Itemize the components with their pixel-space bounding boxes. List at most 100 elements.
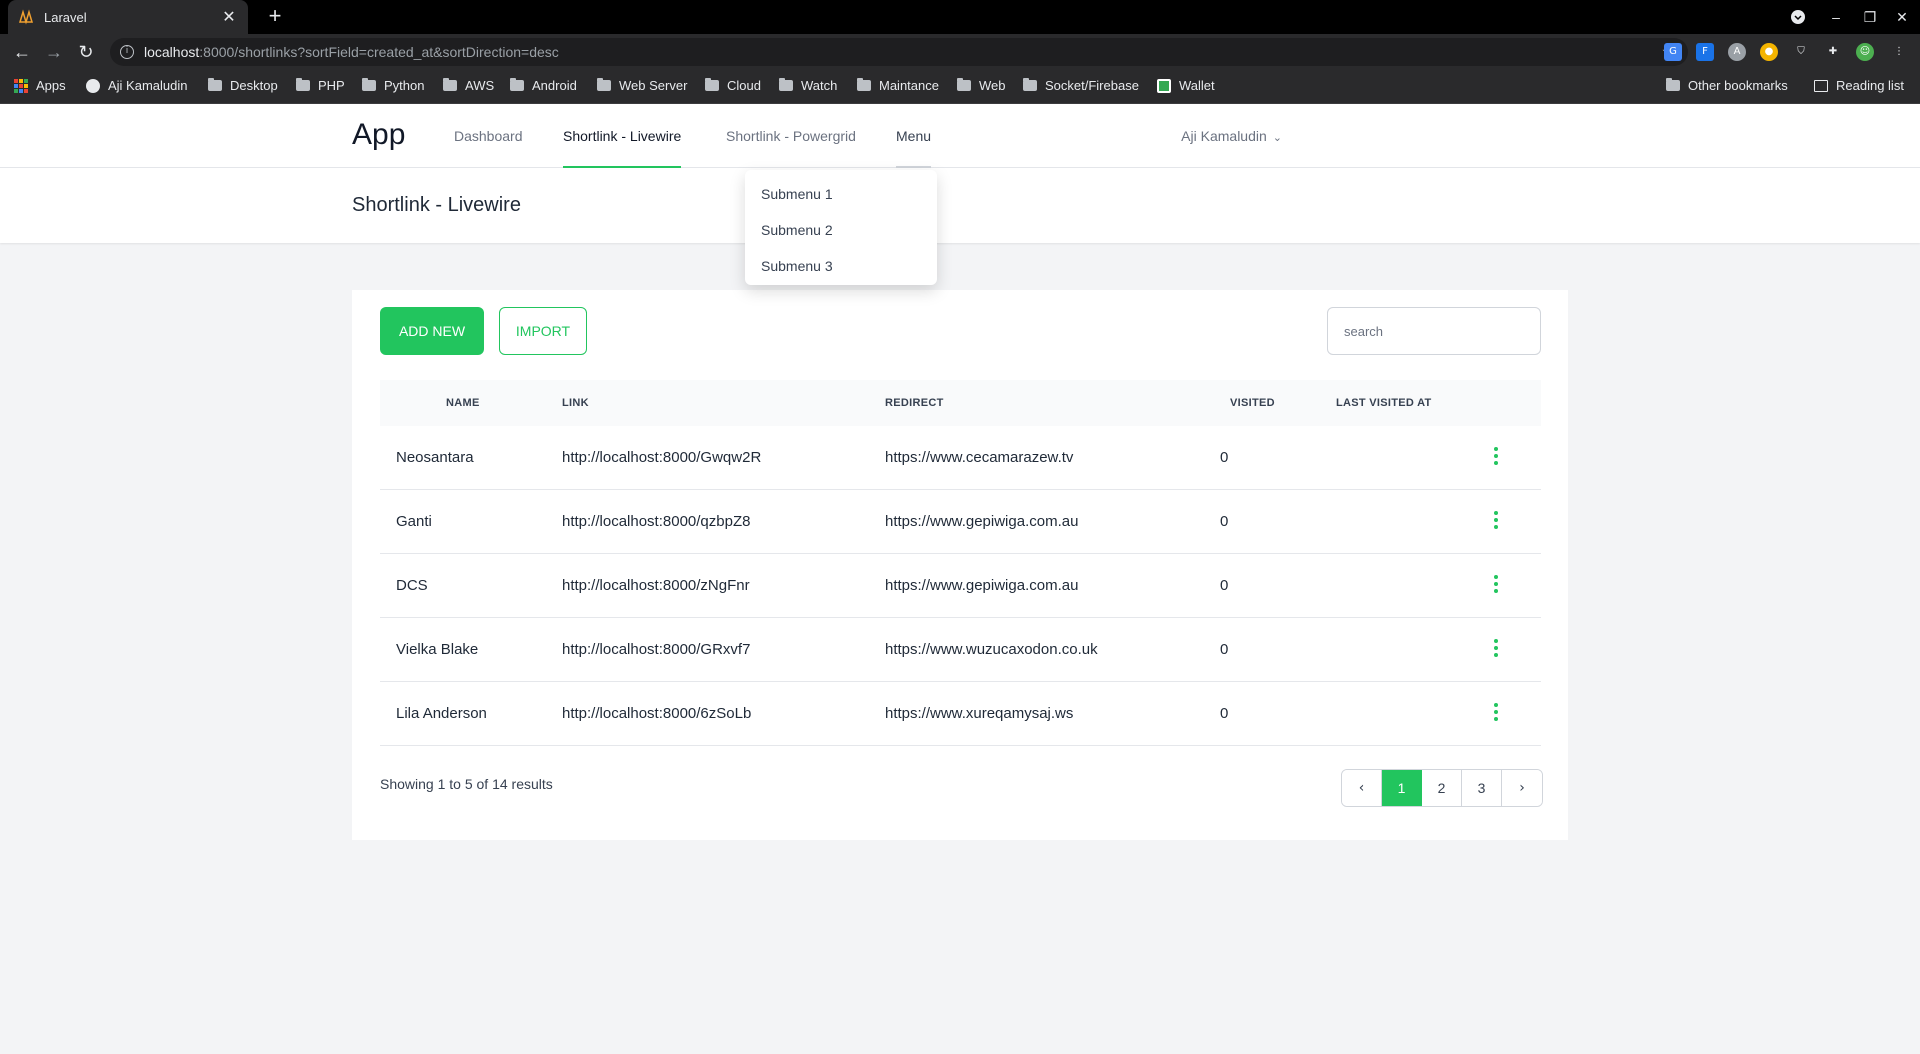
apps-grid-icon <box>14 78 28 93</box>
bookmark-folder-socket-firebase[interactable]: Socket/Firebase <box>1023 78 1139 93</box>
add-new-button[interactable]: ADD NEW <box>380 307 484 355</box>
nav-link-shortlink-livewire[interactable]: Shortlink - Livewire <box>563 104 682 168</box>
user-menu-button[interactable]: Aji Kamaludin ⌄ <box>1181 104 1282 168</box>
bookmark-folder-web-server[interactable]: Web Server <box>597 78 687 93</box>
cell-name: Lila Anderson <box>396 705 487 722</box>
bookmark-wallet[interactable]: Wallet <box>1157 78 1215 93</box>
tab-title: Laravel <box>44 9 87 25</box>
column-header-last-visited-at[interactable]: LAST VISITED AT <box>1336 380 1432 426</box>
folder-icon <box>443 78 457 91</box>
pagination-page-2[interactable]: 2 <box>1422 770 1462 806</box>
extension-f-icon[interactable]: F <box>1696 43 1714 61</box>
close-window-icon[interactable]: ✕ <box>1888 5 1916 29</box>
reload-icon[interactable]: ↻ <box>74 40 98 64</box>
bookmark-apps[interactable]: Apps <box>14 78 66 93</box>
bookmark-folder-android[interactable]: Android <box>510 78 577 93</box>
bookmark-folder-web[interactable]: Web <box>957 78 1006 93</box>
extensions-puzzle-icon[interactable]: ✚ <box>1824 43 1842 61</box>
site-info-icon[interactable]: i <box>120 45 134 59</box>
bookmark-label: Apps <box>36 78 66 93</box>
reading-list-icon <box>1814 79 1828 92</box>
pagination-prev-chevron-left-icon[interactable]: ‹ <box>1342 770 1382 806</box>
bookmark-label: PHP <box>318 78 345 93</box>
cell-link[interactable]: http://localhost:8000/zNgFnr <box>562 554 750 618</box>
cell-link[interactable]: http://localhost:8000/Gwqw2R <box>562 426 761 490</box>
bookmark-label: Desktop <box>230 78 278 93</box>
bookmark-aji-kamaludin[interactable]: Aji Kamaludin <box>86 78 188 93</box>
table-row: Vielka Blake http://localhost:8000/GRxvf… <box>380 618 1541 682</box>
cell-redirect[interactable]: https://www.xureqamysaj.ws <box>885 682 1073 746</box>
cell-link[interactable]: http://localhost:8000/qzbpZ8 <box>562 490 750 554</box>
cell-visited: 0 <box>1220 449 1229 466</box>
browser-menu-icon[interactable]: ⋮ <box>1890 43 1908 61</box>
column-header-name[interactable]: NAME <box>446 380 480 426</box>
import-button[interactable]: IMPORT <box>499 307 587 355</box>
bookmark-folder-cloud[interactable]: Cloud <box>705 78 761 93</box>
avatar[interactable]: ☺ <box>1856 43 1874 61</box>
nav-link-menu[interactable]: Menu <box>896 104 932 168</box>
cell-redirect[interactable]: https://www.gepiwiga.com.au <box>885 490 1078 554</box>
bookmark-label: Android <box>532 78 577 93</box>
folder-icon <box>857 78 871 91</box>
cell-link[interactable]: http://localhost:8000/GRxvf7 <box>562 618 750 682</box>
row-actions-kebab-icon[interactable] <box>1493 639 1499 657</box>
bookmark-label: Aji Kamaludin <box>108 78 188 93</box>
bookmark-label: Wallet <box>1179 78 1215 93</box>
minimize-icon[interactable]: – <box>1822 5 1850 29</box>
back-icon[interactable]: ← <box>10 40 34 64</box>
page-title: Shortlink - Livewire <box>352 194 521 216</box>
url-path: :8000/shortlinks?sortField=created_at&so… <box>199 44 559 60</box>
search-input[interactable] <box>1327 307 1541 355</box>
pagination-page-3[interactable]: 3 <box>1462 770 1502 806</box>
profile-icon[interactable] <box>1784 5 1812 29</box>
cell-link[interactable]: http://localhost:8000/6zSoLb <box>562 682 751 746</box>
reading-list-button[interactable]: Reading list <box>1814 78 1904 93</box>
bookmark-folder-php[interactable]: PHP <box>296 78 345 93</box>
close-tab-icon[interactable]: ✕ <box>220 7 238 27</box>
address-bar[interactable]: i localhost:8000/shortlinks?sortField=cr… <box>110 38 1688 66</box>
dropdown-item-submenu-2[interactable]: Submenu 2 <box>745 212 937 248</box>
brand-logo[interactable]: App <box>352 118 405 152</box>
nav-link-shortlink-powergrid[interactable]: Shortlink - Powergrid <box>726 104 856 168</box>
row-actions-kebab-icon[interactable] <box>1493 447 1499 465</box>
forward-icon[interactable]: → <box>42 40 66 64</box>
translate-extension-icon[interactable]: G <box>1664 43 1682 61</box>
restore-icon[interactable]: ❐ <box>1856 5 1884 29</box>
bookmark-folder-desktop[interactable]: Desktop <box>208 78 278 93</box>
pagination-page-1[interactable]: 1 <box>1382 770 1422 806</box>
bookmark-folder-maintance[interactable]: Maintance <box>857 78 939 93</box>
bookmark-label: Web Server <box>619 78 688 93</box>
row-actions-kebab-icon[interactable] <box>1493 703 1499 721</box>
column-header-visited[interactable]: VISITED <box>1230 380 1275 426</box>
column-header-link[interactable]: LINK <box>562 380 589 426</box>
row-actions-kebab-icon[interactable] <box>1493 511 1499 529</box>
folder-icon <box>208 78 222 91</box>
cell-redirect[interactable]: https://www.cecamarazew.tv <box>885 426 1073 490</box>
bookmark-other-bookmarks[interactable]: Other bookmarks <box>1666 78 1788 93</box>
bookmark-folder-aws[interactable]: AWS <box>443 78 494 93</box>
folder-icon <box>510 78 524 91</box>
nav-link-dashboard[interactable]: Dashboard <box>454 104 523 168</box>
shield-extension-icon[interactable]: ⛉ <box>1792 43 1810 61</box>
globe-icon <box>86 78 100 93</box>
dropdown-item-submenu-1[interactable]: Submenu 1 <box>745 176 937 212</box>
cell-visited: 0 <box>1220 641 1229 658</box>
dropdown-item-submenu-3[interactable]: Submenu 3 <box>745 248 937 284</box>
adblock-extension-icon[interactable]: A <box>1728 43 1746 61</box>
cell-name: Ganti <box>396 513 432 530</box>
bowl-extension-icon[interactable]: ● <box>1760 43 1778 61</box>
cell-redirect[interactable]: https://www.gepiwiga.com.au <box>885 554 1078 618</box>
new-tab-icon[interactable]: + <box>262 4 288 30</box>
cell-visited: 0 <box>1220 705 1229 722</box>
bookmark-folder-watch[interactable]: Watch <box>779 78 837 93</box>
pagination-next-chevron-right-icon[interactable]: › <box>1502 770 1542 806</box>
shortlinks-card: ADD NEW IMPORT NAME LINK REDIRECT VISITE… <box>352 290 1568 840</box>
menu-dropdown: Submenu 1 Submenu 2 Submenu 3 <box>745 170 937 285</box>
browser-tab[interactable]: Laravel ✕ <box>8 0 248 34</box>
cell-redirect[interactable]: https://www.wuzucaxodon.co.uk <box>885 618 1098 682</box>
bookmark-folder-python[interactable]: Python <box>362 78 424 93</box>
url-host: localhost <box>144 44 200 60</box>
row-actions-kebab-icon[interactable] <box>1493 575 1499 593</box>
wallet-icon <box>1157 78 1171 93</box>
column-header-redirect[interactable]: REDIRECT <box>885 380 944 426</box>
